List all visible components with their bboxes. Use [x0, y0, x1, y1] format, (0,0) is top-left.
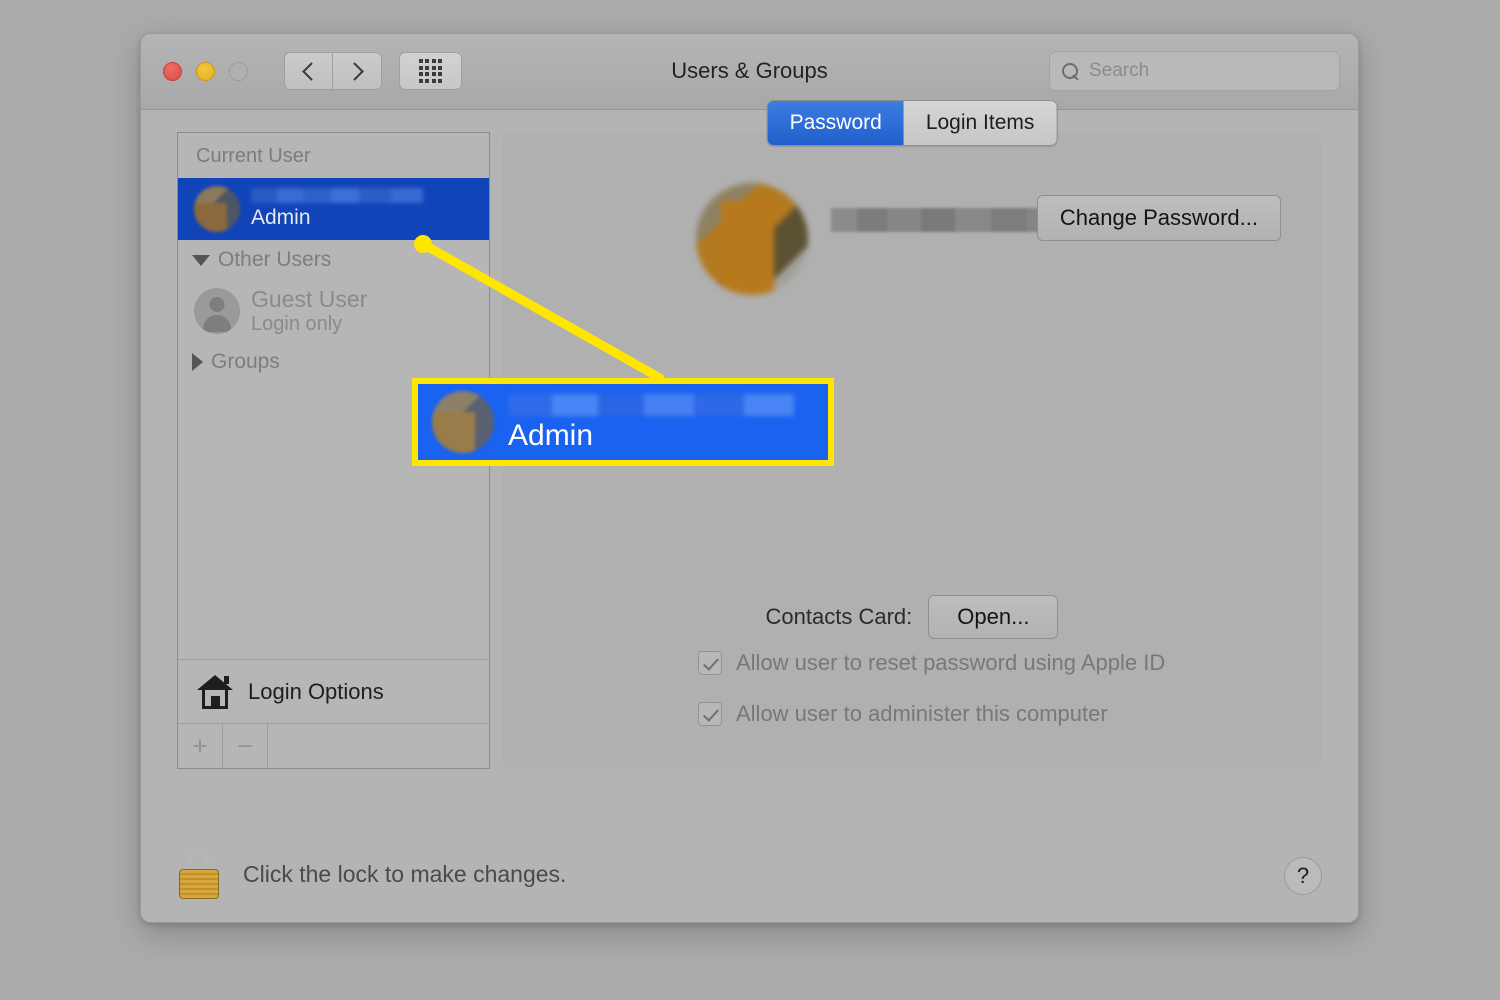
user-avatar[interactable]: [696, 183, 808, 295]
current-user-header: Current User: [196, 145, 311, 167]
lock-message: Click the lock to make changes.: [243, 860, 567, 887]
allow-administer-label: Allow user to administer this computer: [736, 701, 1108, 726]
login-options-label: Login Options: [248, 678, 384, 704]
callout-avatar: [432, 391, 494, 453]
sidebar-item-guest-user[interactable]: Guest User Login only: [178, 280, 489, 342]
chevron-down-icon: [192, 254, 210, 266]
contacts-card-label: Contacts Card:: [765, 604, 913, 629]
groups-header: Groups: [211, 350, 280, 373]
guest-user-name: Guest User: [251, 285, 368, 312]
search-input[interactable]: [1089, 60, 1319, 82]
panel-tabs: Password Login Items: [766, 100, 1058, 146]
window-content: Current User Admin Other Users Guest Use…: [141, 100, 1358, 922]
user-role-label: Admin: [251, 206, 311, 229]
home-icon: [196, 674, 234, 709]
guest-name-block: Guest User Login only: [251, 287, 367, 335]
groups-disclosure[interactable]: Groups: [178, 342, 489, 382]
tab-login-items[interactable]: Login Items: [903, 101, 1057, 145]
user-display-name-redacted: [831, 208, 1053, 232]
sidebar-item-current-user[interactable]: Admin: [178, 178, 489, 240]
other-users-disclosure[interactable]: Other Users: [178, 240, 489, 280]
window-titlebar: Users & Groups: [141, 34, 1358, 110]
tab-password[interactable]: Password: [767, 101, 904, 145]
callout-magnified-admin-row: Admin: [412, 378, 834, 466]
add-remove-toolbar: + −: [178, 723, 489, 768]
allow-administer-row[interactable]: Allow user to administer this computer: [698, 701, 1108, 727]
other-users-header: Other Users: [218, 248, 332, 271]
callout-role-label: Admin: [508, 418, 594, 452]
search-icon: [1062, 62, 1079, 80]
locked-padlock-icon[interactable]: [177, 849, 221, 899]
chevron-right-icon: [192, 353, 203, 371]
sidebar-item-login-options[interactable]: Login Options: [178, 659, 489, 723]
help-button[interactable]: ?: [1284, 857, 1322, 895]
allow-reset-password-label: Allow user to reset password using Apple…: [736, 650, 1166, 675]
lock-bar[interactable]: Click the lock to make changes.: [177, 849, 566, 899]
open-contacts-card-button[interactable]: Open...: [928, 595, 1059, 639]
contacts-card-row: Contacts Card: Open...: [503, 595, 1321, 639]
change-password-button[interactable]: Change Password...: [1036, 195, 1281, 241]
guest-avatar-icon: [194, 288, 240, 334]
allow-reset-password-checkbox[interactable]: [698, 651, 722, 675]
users-and-groups-window: Users & Groups Current User Admin: [140, 33, 1359, 923]
callout-name-redacted: [508, 393, 794, 416]
user-full-name-redacted: [251, 188, 423, 203]
guest-user-detail: Login only: [251, 313, 343, 336]
remove-user-button[interactable]: −: [223, 724, 268, 768]
user-name-block: Admin: [251, 188, 423, 230]
search-field[interactable]: [1049, 51, 1340, 91]
allow-reset-password-row[interactable]: Allow user to reset password using Apple…: [698, 650, 1165, 676]
callout-text-block: Admin: [508, 393, 794, 452]
allow-administer-checkbox[interactable]: [698, 702, 722, 726]
avatar: [194, 186, 240, 232]
add-user-button[interactable]: +: [178, 724, 223, 768]
